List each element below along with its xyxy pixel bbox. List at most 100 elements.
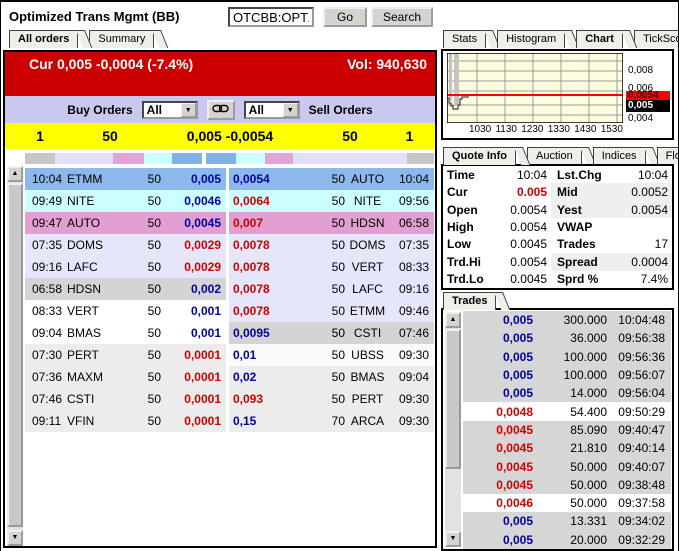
bid-size: 50 [119,216,161,230]
quote-row: High0.0054VWAP [443,218,672,235]
tab-flow[interactable]: Flow [657,147,679,165]
bid-time: 08:33 [25,304,67,318]
ask-market-maker: ETMM [345,304,390,318]
trade-price: 0,0045 [463,441,537,455]
table-row[interactable]: 08:33VERT500,0010,007850ETMM09:46 [25,300,434,322]
scroll-up-icon[interactable]: ▲ [445,312,461,328]
table-row[interactable]: 06:58HDSN500,0020,007850LAFC09:16 [25,278,434,300]
symbol-input[interactable] [228,7,314,27]
trade-price: 0,0046 [463,496,537,510]
trade-size: 50.000 [537,478,609,492]
book-scrollbar[interactable]: ▲ ▼ [7,166,23,546]
scroll-down-icon[interactable]: ▼ [445,531,461,547]
ask-side[interactable]: 0,1570ARCA09:30 [229,410,434,432]
link-buy-sell-button[interactable] [207,100,235,120]
bid-side[interactable]: 06:58HDSN500,002 [25,278,226,300]
table-row[interactable]: 09:11VFIN500,00010,1570ARCA09:30 [25,410,434,432]
trade-row[interactable]: 0,004650.00009:37:58 [463,494,671,512]
order-view-tabs: All orders Summary [9,30,165,49]
trade-row[interactable]: 0,005100.00009:56:36 [463,348,671,366]
ask-side[interactable]: 0,00750HDSN06:58 [229,212,434,234]
ask-side[interactable]: 0,005450AUTO10:04 [229,168,434,190]
tab-stats[interactable]: Stats [443,30,486,48]
tab-chart[interactable]: Chart [576,30,623,48]
bid-side[interactable]: 10:04ETMM500,005 [25,168,226,190]
bid-price: 0,0001 [161,348,226,362]
ask-time: 09:30 [390,348,434,362]
trade-row[interactable]: 0,004550.00009:38:48 [463,476,671,494]
bid-side[interactable]: 07:30PERT500,0001 [25,344,226,366]
bid-market-maker: DOMS [67,238,119,252]
bid-size: 50 [119,414,161,428]
trade-row[interactable]: 0,00536.00009:56:38 [463,329,671,347]
bid-side[interactable]: 07:46CSTI500,0001 [25,388,226,410]
table-row[interactable]: 07:46CSTI500,00010,09350PERT09:30 [25,388,434,410]
ask-time: 09:56 [390,194,434,208]
scroll-up-icon[interactable]: ▲ [7,166,23,182]
ask-side[interactable]: 0,007850LAFC09:16 [229,278,434,300]
tab-all-orders[interactable]: All orders [9,30,78,48]
tab-indices[interactable]: Indices [593,147,646,165]
tab-auction[interactable]: Auction [527,147,582,165]
trade-row[interactable]: 0,005100.00009:56:07 [463,366,671,384]
tab-tickscope[interactable]: TickScope [634,30,679,48]
ask-side[interactable]: 0,09350PERT09:30 [229,388,434,410]
trade-row[interactable]: 0,00514.00009:56:04 [463,384,671,402]
trade-time: 10:04:48 [609,313,671,327]
chevron-down-icon[interactable]: ▼ [283,103,298,117]
trade-row[interactable]: 0,004585.09009:40:47 [463,421,671,439]
table-row[interactable]: 07:30PERT500,00010,0150UBSS09:30 [25,344,434,366]
trades-scrollbar[interactable]: ▲ ▼ [445,312,461,547]
bid-side[interactable]: 09:04BMAS500,001 [25,322,226,344]
bid-market-maker: VFIN [67,414,119,428]
trade-row[interactable]: 0,00513.33109:34:02 [463,512,671,530]
table-row[interactable]: 09:49NITE500,00460,006450NITE09:56 [25,190,434,212]
tab-trades[interactable]: Trades [443,292,496,310]
bid-price: 0,005 [161,172,226,186]
trade-time: 09:34:02 [609,514,671,528]
ask-market-maker: DOMS [345,238,390,252]
trade-row[interactable]: 0,004521.81009:40:14 [463,439,671,457]
tab-summary[interactable]: Summary [89,30,154,48]
bid-side[interactable]: 09:16LAFC500,0029 [25,256,226,278]
trade-row[interactable]: 0,004550.00009:40:07 [463,457,671,475]
chevron-down-icon[interactable]: ▼ [181,103,196,117]
trade-row[interactable]: 0,004854.40009:50:29 [463,402,671,420]
table-row[interactable]: 07:35DOMS500,00290,007850DOMS07:35 [25,234,434,256]
table-row[interactable]: 09:47AUTO500,00450,00750HDSN06:58 [25,212,434,234]
scrollbar-thumb[interactable] [445,329,461,469]
bid-side[interactable]: 07:35DOMS500,0029 [25,234,226,256]
ask-side[interactable]: 0,007850DOMS07:35 [229,234,434,256]
buy-filter-select[interactable]: All ▼ [142,101,198,119]
ask-side[interactable]: 0,009550CSTI07:46 [229,322,434,344]
search-button[interactable]: Search [371,7,433,27]
table-row[interactable]: 09:04BMAS500,0010,009550CSTI07:46 [25,322,434,344]
banner-volume: Vol: 940,630 [347,56,427,72]
bid-side[interactable]: 08:33VERT500,001 [25,300,226,322]
sell-filter-select[interactable]: All ▼ [244,101,300,119]
ask-side[interactable]: 0,007850VERT08:33 [229,256,434,278]
ask-side[interactable]: 0,0250BMAS09:04 [229,366,434,388]
quote-label: Cur [443,185,491,199]
bid-side[interactable]: 09:11VFIN500,0001 [25,410,226,432]
tab-histogram[interactable]: Histogram [497,30,565,48]
table-row[interactable]: 10:04ETMM500,0050,005450AUTO10:04 [25,168,434,190]
trade-row[interactable]: 0,00520.00009:32:29 [463,531,671,549]
tab-quote-info[interactable]: Quote Info [443,147,516,165]
ask-side[interactable]: 0,006450NITE09:56 [229,190,434,212]
depth-color-bands [25,153,434,164]
table-row[interactable]: 07:36MAXM500,00010,0250BMAS09:04 [25,366,434,388]
scrollbar-thumb[interactable] [7,183,23,527]
ask-side[interactable]: 0,0150UBSS09:30 [229,344,434,366]
bid-side[interactable]: 09:47AUTO500,0045 [25,212,226,234]
ask-time: 09:30 [390,392,434,406]
go-button[interactable]: Go [323,7,367,27]
ask-price: 0,0078 [229,238,291,252]
quote-value: 7.4% [607,272,672,286]
ask-side[interactable]: 0,007850ETMM09:46 [229,300,434,322]
trade-row[interactable]: 0,005300.00010:04:48 [463,311,671,329]
bid-side[interactable]: 09:49NITE500,0046 [25,190,226,212]
bid-side[interactable]: 07:36MAXM500,0001 [25,366,226,388]
table-row[interactable]: 09:16LAFC500,00290,007850VERT08:33 [25,256,434,278]
scroll-down-icon[interactable]: ▼ [7,530,23,546]
